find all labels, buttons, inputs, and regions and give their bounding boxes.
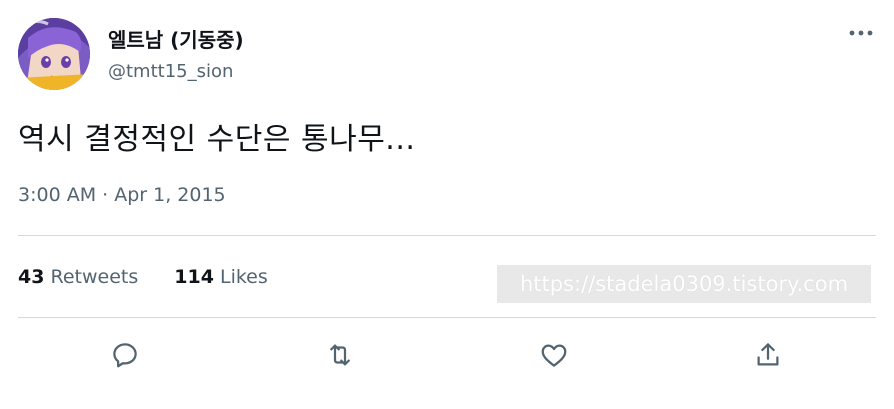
avatar[interactable] <box>18 18 90 90</box>
more-options-icon[interactable] <box>846 20 876 46</box>
reply-icon[interactable] <box>106 336 144 374</box>
likes-stat[interactable]: 114 Likes <box>174 266 268 288</box>
watermark: https://stadela0309.tistory.com <box>497 265 871 303</box>
divider-bottom <box>18 317 876 318</box>
heart-icon[interactable] <box>535 336 573 374</box>
retweets-count: 43 <box>18 266 45 288</box>
display-name[interactable]: 엘트남 (기동중) <box>108 24 244 53</box>
share-icon[interactable] <box>749 336 787 374</box>
retweets-stat[interactable]: 43 Retweets <box>18 266 138 288</box>
tweet-stats: 43 Retweets 114 Likes <box>18 266 268 288</box>
tweet-timestamp[interactable]: 3:00 AM · Apr 1, 2015 <box>18 184 226 206</box>
likes-label: Likes <box>219 266 268 288</box>
user-handle[interactable]: @tmtt15_sion <box>108 61 233 82</box>
retweet-icon[interactable] <box>321 336 359 374</box>
divider-top <box>18 235 876 236</box>
likes-count: 114 <box>174 266 214 288</box>
retweets-label: Retweets <box>50 266 139 288</box>
tweet-text: 역시 결정적인 수단은 통나무... <box>18 122 416 157</box>
action-bar <box>0 336 894 374</box>
